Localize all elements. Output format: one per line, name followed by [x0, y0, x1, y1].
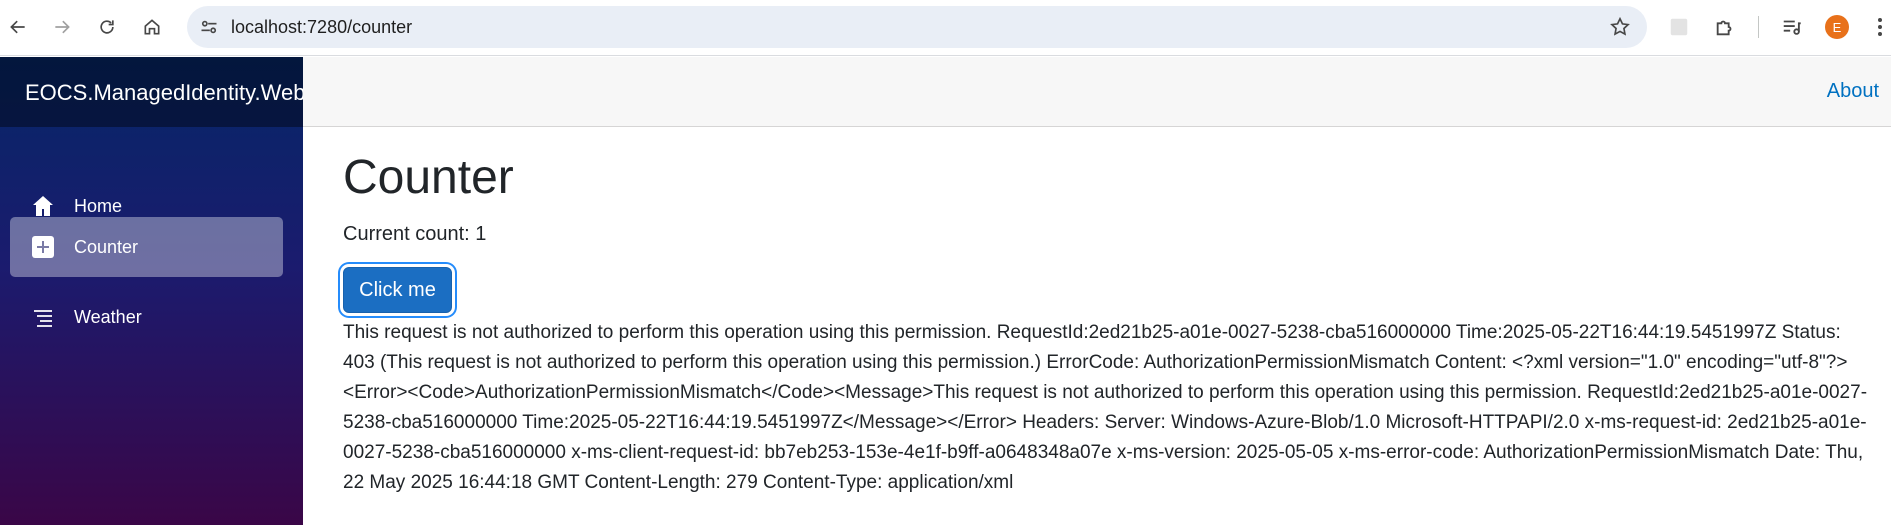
nav-item-weather[interactable]: Weather: [10, 287, 283, 347]
click-me-button[interactable]: Click me: [343, 267, 452, 313]
puzzle-icon[interactable]: [1712, 14, 1738, 40]
toolbar-divider: [1758, 16, 1759, 38]
brand-bar: EOCS.ManagedIdentity.Web: [0, 57, 303, 127]
nav-item-label: Weather: [74, 306, 142, 327]
nav-item-counter[interactable]: Counter: [10, 217, 283, 277]
home-icon[interactable]: [137, 12, 167, 42]
browser-toolbar: localhost:7280/counter E: [0, 0, 1891, 56]
url-text[interactable]: localhost:7280/counter: [231, 17, 412, 38]
page-title: Counter: [343, 151, 514, 204]
nav-item-label: Home: [74, 195, 123, 216]
media-icon[interactable]: [1779, 14, 1805, 40]
reload-icon[interactable]: [92, 12, 122, 42]
current-count: Current count: 1: [343, 223, 487, 245]
back-icon[interactable]: [3, 12, 33, 42]
site-info-icon[interactable]: [199, 17, 219, 37]
brand-link[interactable]: EOCS.ManagedIdentity.Web: [25, 80, 303, 106]
about-link[interactable]: About: [1827, 80, 1879, 103]
plus-square-icon: [30, 234, 56, 260]
list-icon: [30, 304, 56, 330]
house-icon: [30, 193, 56, 219]
sidebar: EOCS.ManagedIdentity.Web Home Counter We…: [0, 57, 303, 525]
top-row: About: [303, 57, 1891, 127]
star-icon[interactable]: [1609, 16, 1631, 38]
nav-item-label: Counter: [74, 236, 139, 257]
menu-icon[interactable]: [1872, 14, 1888, 40]
profile-avatar[interactable]: E: [1825, 15, 1849, 39]
error-message: This request is not authorized to perfor…: [343, 322, 1868, 493]
forward-icon[interactable]: [47, 12, 77, 42]
address-bar[interactable]: localhost:7280/counter: [187, 6, 1647, 48]
extension-icon[interactable]: [1666, 14, 1692, 40]
